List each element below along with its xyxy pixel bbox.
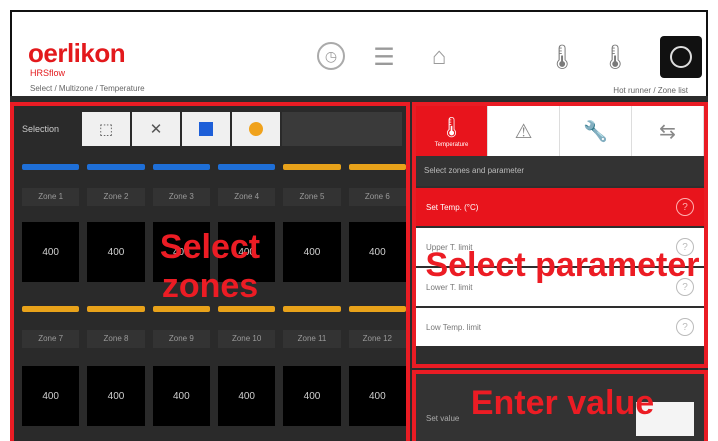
zone-name: Zone 11 xyxy=(283,330,341,348)
select-all-icon: ⬚ xyxy=(98,121,114,138)
tab-label: Temperature xyxy=(434,141,469,148)
parameter-tabs: 🌡 Temperature ⚠ 🔧 ⇆ xyxy=(416,106,704,156)
info-icon: ? xyxy=(676,318,694,336)
thermometer-down-icon[interactable]: 🌡 xyxy=(600,42,630,72)
zone-name: Zone 12 xyxy=(348,330,406,348)
header-info: Hot runner / Zone list xyxy=(613,86,688,95)
breadcrumb: Select / Multizone / Temperature xyxy=(30,84,145,93)
zone-color-bar xyxy=(152,306,210,312)
annotation-select-parameter: Select parameter xyxy=(425,246,700,284)
zone-tile[interactable]: 400 xyxy=(348,366,406,426)
zone-names-top: Zone 1 Zone 2 Zone 3 Zone 4 Zone 5 Zone … xyxy=(22,188,406,206)
zone-tile[interactable]: 400 xyxy=(283,366,341,426)
brand-logo: oerlikon xyxy=(28,38,126,68)
zone-values-bottom: 400 400 400 400 400 400 xyxy=(22,366,406,426)
deselect-button[interactable]: ✕ xyxy=(132,112,180,146)
zone-color-bar xyxy=(22,306,80,312)
deselect-icon: ✕ xyxy=(149,121,163,138)
parameter-hint: Select zones and parameter xyxy=(416,156,704,186)
parameter-row[interactable]: Set Temp. (°C)? xyxy=(416,188,704,226)
zone-name: Zone 4 xyxy=(217,188,276,206)
tab-alarm[interactable]: ⚠ xyxy=(488,106,560,156)
zone-tile[interactable]: 400 xyxy=(152,366,210,426)
select-orange-group-button[interactable] xyxy=(232,112,280,146)
zone-color-bar xyxy=(87,164,145,170)
zone-color-bar xyxy=(22,164,80,170)
tab-mode[interactable]: ⇆ xyxy=(632,106,704,156)
zone-color-bar xyxy=(152,164,210,170)
menu-icon[interactable]: ☰ xyxy=(369,42,399,72)
selection-label: Selection xyxy=(22,124,60,134)
info-icon: ? xyxy=(676,198,694,216)
zone-tile[interactable]: 400 xyxy=(22,222,80,282)
annotation-enter-value: Enter value xyxy=(470,384,655,422)
zone-name: Zone 1 xyxy=(22,188,80,206)
zone-colors-top xyxy=(22,164,406,170)
zone-names-bottom: Zone 7 Zone 8 Zone 9 Zone 10 Zone 11 Zon… xyxy=(22,330,406,348)
zone-tile[interactable]: 400 xyxy=(217,366,276,426)
parameter-label: Set Temp. (°C) xyxy=(426,202,479,212)
blue-square-icon xyxy=(199,122,213,136)
zone-color-bar xyxy=(217,306,276,312)
zone-name: Zone 6 xyxy=(348,188,406,206)
zone-color-bar xyxy=(283,164,341,170)
orange-dot-icon xyxy=(249,122,263,136)
power-icon xyxy=(670,46,692,68)
zone-color-bar xyxy=(283,306,341,312)
clock-icon[interactable]: ◷ xyxy=(317,42,345,70)
zone-name: Zone 2 xyxy=(87,188,145,206)
zone-colors-bottom xyxy=(22,306,406,312)
thermometer-up-icon[interactable]: 🌡 xyxy=(547,42,577,72)
zone-color-bar xyxy=(348,164,406,170)
zone-name: Zone 7 xyxy=(22,330,80,348)
select-blue-group-button[interactable] xyxy=(182,112,230,146)
wrench-icon: 🔧 xyxy=(583,120,608,143)
tab-temperature[interactable]: 🌡 Temperature xyxy=(416,106,488,156)
parameters-panel: 🌡 Temperature ⚠ 🔧 ⇆ Select zones and para… xyxy=(412,102,708,368)
home-icon[interactable]: ⌂ xyxy=(424,42,454,72)
power-button[interactable] xyxy=(660,36,702,78)
parameter-label: Low Temp. limit xyxy=(426,322,481,332)
zone-name: Zone 9 xyxy=(152,330,210,348)
zone-tile[interactable]: 400 xyxy=(348,222,406,282)
zone-name: Zone 8 xyxy=(87,330,145,348)
zone-color-bar xyxy=(217,164,276,170)
tab-settings[interactable]: 🔧 xyxy=(560,106,632,156)
selection-row: Selection ⬚ ✕ xyxy=(22,112,404,146)
brand-subtitle: HRSflow xyxy=(30,68,66,78)
zone-tile[interactable]: 400 xyxy=(87,366,145,426)
select-all-button[interactable]: ⬚ xyxy=(82,112,130,146)
zone-name: Zone 5 xyxy=(283,188,341,206)
warning-icon: ⚠ xyxy=(514,120,533,143)
zone-color-bar xyxy=(87,306,145,312)
app-header: oerlikon HRSflow Select / Multizone / Te… xyxy=(10,10,708,98)
zone-name: Zone 10 xyxy=(217,330,276,348)
thermometer-icon: 🌡 xyxy=(438,116,465,139)
parameter-row[interactable]: Low Temp. limit? xyxy=(416,308,704,346)
zone-tile[interactable]: 400 xyxy=(22,366,80,426)
mode-icon: ⇆ xyxy=(659,120,676,143)
zone-name: Zone 3 xyxy=(152,188,210,206)
zone-color-bar xyxy=(348,306,406,312)
annotation-select-zones: Select zones xyxy=(159,228,261,306)
selection-spacer xyxy=(282,112,402,146)
